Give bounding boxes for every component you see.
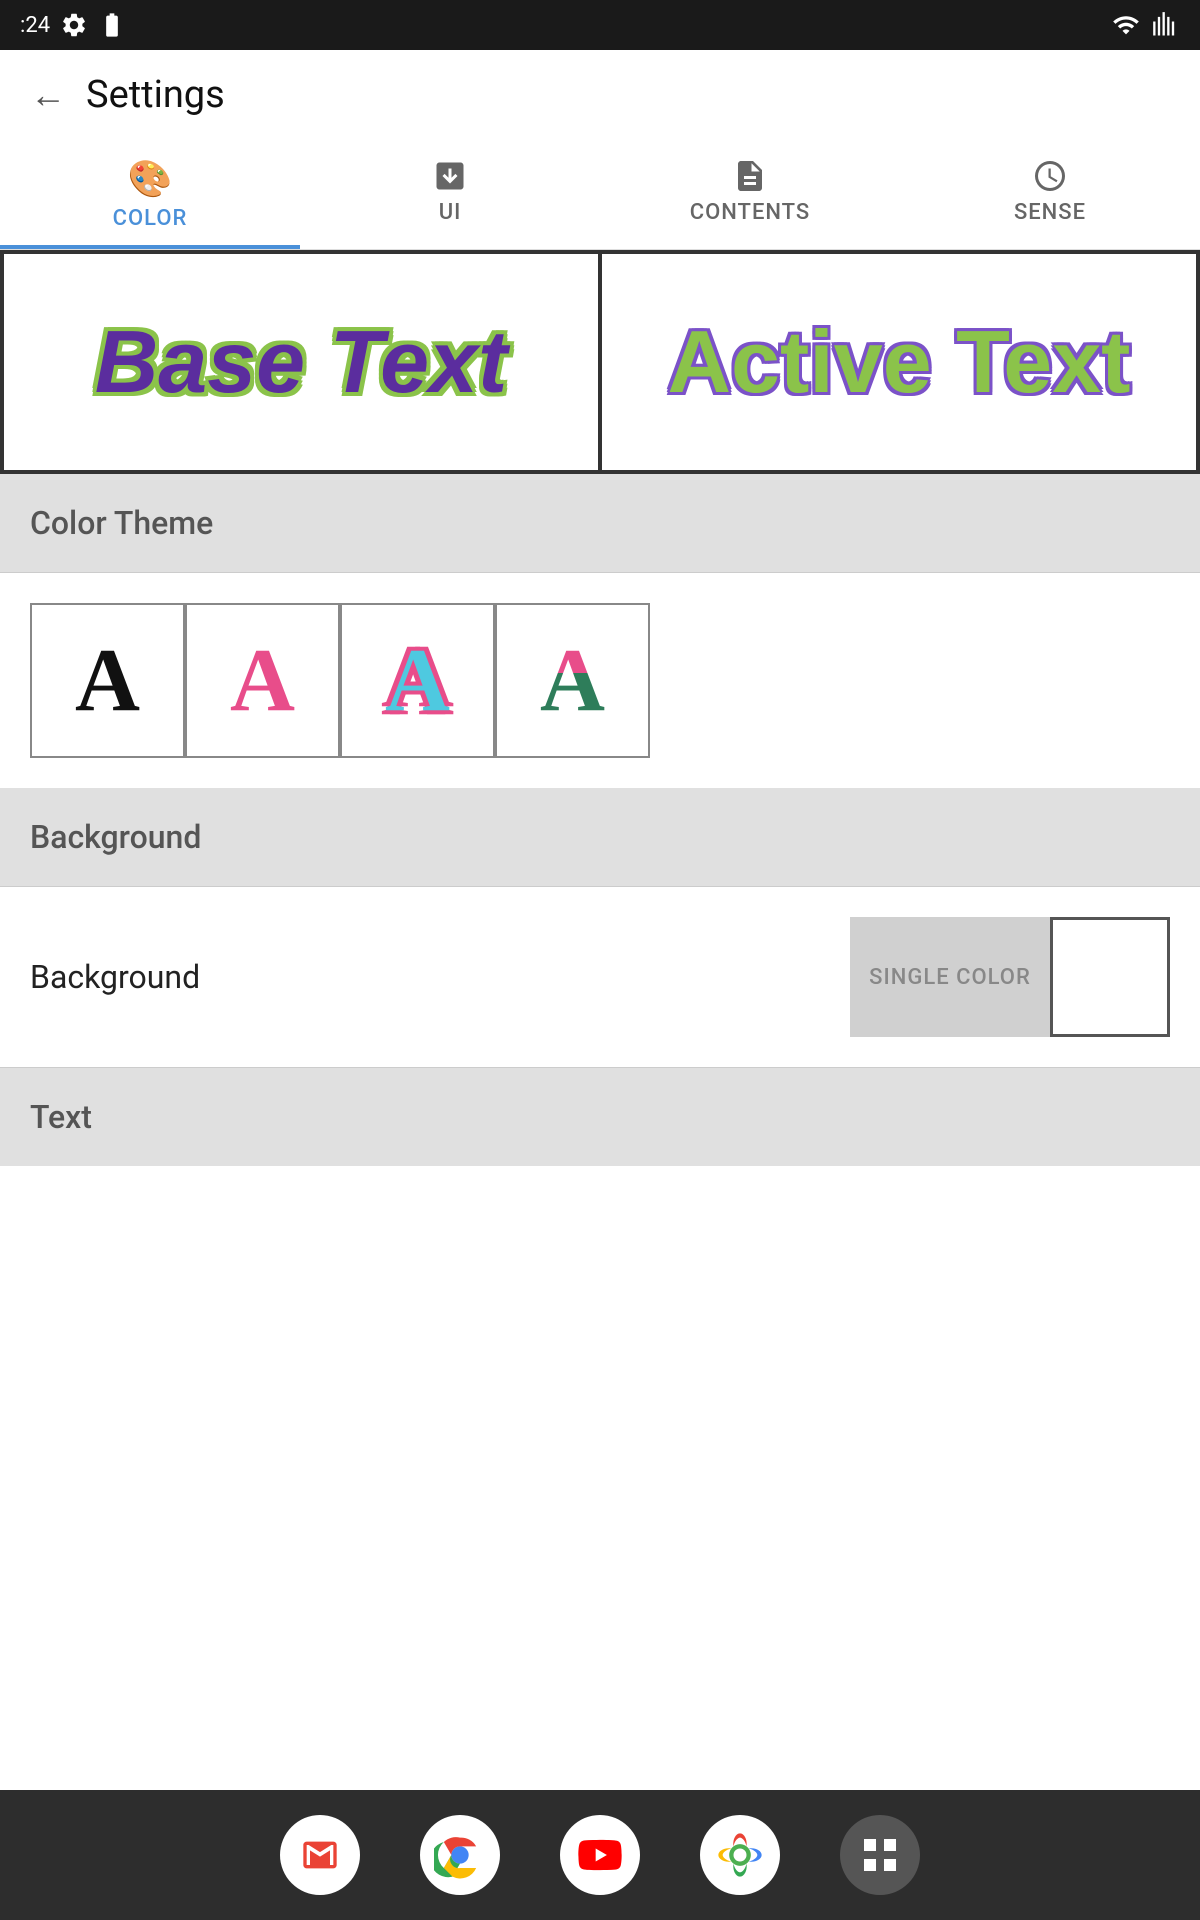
tab-ui-label: UI: [439, 200, 462, 225]
wifi-icon: [1110, 11, 1142, 39]
page-title: Settings: [86, 73, 225, 117]
youtube-nav-button[interactable]: [560, 1815, 640, 1895]
photos-nav-button[interactable]: [700, 1815, 780, 1895]
white-color-option[interactable]: [1050, 917, 1170, 1037]
color-theme-row: A A A A: [0, 573, 1200, 788]
signal-icon: [1152, 11, 1180, 39]
gmail-nav-button[interactable]: [280, 1815, 360, 1895]
background-section-header: Background: [0, 788, 1200, 886]
status-bar: :24: [0, 0, 1200, 50]
single-color-option[interactable]: SINGLE COLOR: [850, 917, 1050, 1037]
background-label: Background: [30, 958, 850, 996]
palette-icon: 🎨: [128, 158, 173, 200]
chrome-nav-button[interactable]: [420, 1815, 500, 1895]
text-preview-section: Base Text Active Text: [0, 250, 1200, 474]
gear-icon: [60, 11, 88, 39]
tab-color[interactable]: 🎨 COLOR: [0, 140, 300, 249]
active-text-display: Active Text: [668, 311, 1131, 413]
active-text-preview[interactable]: Active Text: [600, 252, 1198, 472]
apps-nav-button[interactable]: [840, 1815, 920, 1895]
tabs-bar: 🎨 COLOR UI CONTENTS SENSE: [0, 140, 1200, 250]
tab-sense-label: SENSE: [1014, 200, 1086, 225]
tab-contents[interactable]: CONTENTS: [600, 140, 900, 249]
download-box-icon: [432, 158, 468, 194]
document-icon: [732, 158, 768, 194]
swatch-cyan[interactable]: A: [340, 603, 495, 758]
text-section-header: Text: [0, 1068, 1200, 1166]
tab-ui[interactable]: UI: [300, 140, 600, 249]
base-text-preview[interactable]: Base Text: [2, 252, 600, 472]
top-bar: ← Settings: [0, 50, 1200, 140]
color-theme-header: Color Theme: [0, 474, 1200, 572]
swatch-green[interactable]: A: [495, 603, 650, 758]
background-row: Background SINGLE COLOR: [0, 887, 1200, 1067]
bottom-nav: [0, 1790, 1200, 1920]
tab-sense[interactable]: SENSE: [900, 140, 1200, 249]
swatch-black[interactable]: A: [30, 603, 185, 758]
base-text-display: Base Text: [95, 311, 508, 413]
status-time: :24: [20, 13, 50, 38]
back-button[interactable]: ←: [30, 74, 66, 116]
tab-contents-label: CONTENTS: [690, 200, 811, 225]
clock-circle-icon: [1032, 158, 1068, 194]
battery-icon: [98, 11, 126, 39]
swatch-pink[interactable]: A: [185, 603, 340, 758]
background-options: SINGLE COLOR: [850, 917, 1170, 1037]
tab-color-label: COLOR: [113, 206, 188, 231]
